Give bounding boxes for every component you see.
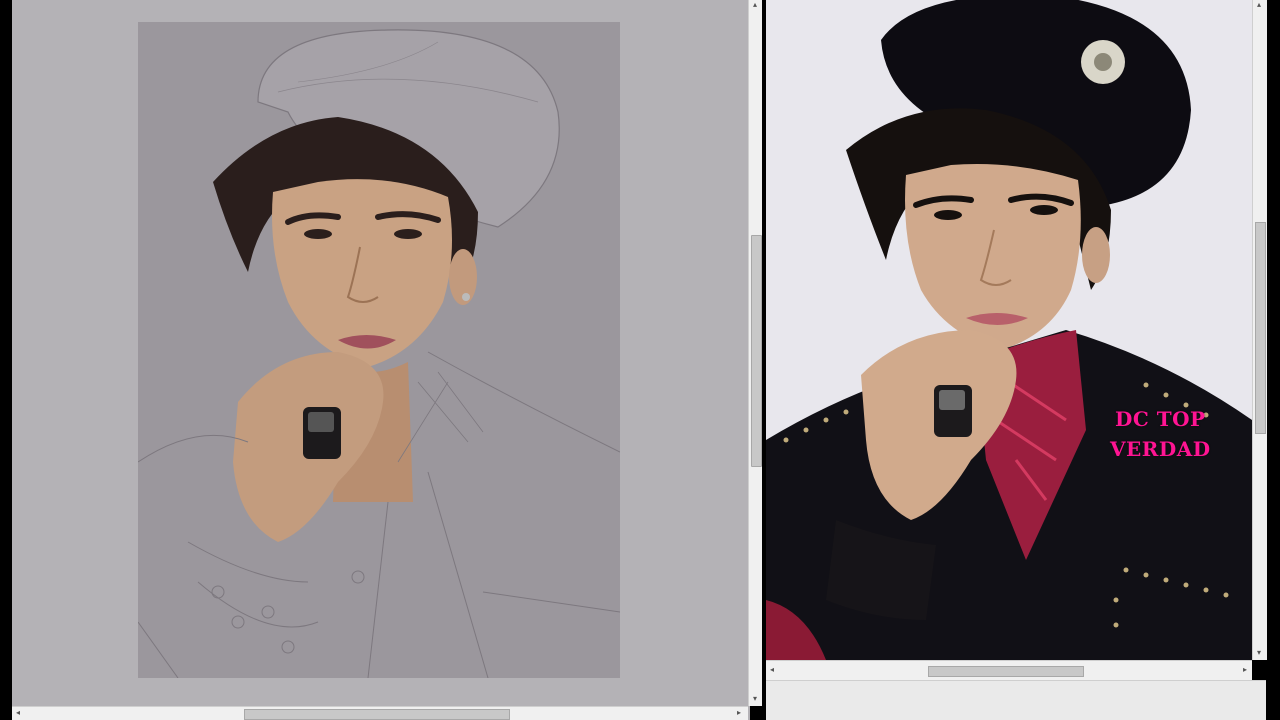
scroll-right-arrow-icon[interactable]: ▸	[1240, 665, 1250, 675]
painting-workspace	[12, 0, 750, 720]
scroll-up-arrow-icon[interactable]: ▴	[1254, 0, 1264, 10]
reference-photo-view[interactable]: DC TOP VERDAD	[766, 0, 1252, 660]
right-status-area	[766, 680, 1266, 720]
scroll-left-arrow-icon[interactable]: ◂	[767, 665, 777, 675]
scroll-down-arrow-icon[interactable]: ▾	[1254, 648, 1264, 658]
right-horizontal-scroll-thumb[interactable]	[928, 666, 1084, 677]
watermark-line-1: DC TOP	[1115, 407, 1206, 431]
left-vertical-scrollbar[interactable]: ▴ ▾	[748, 0, 762, 706]
scroll-right-arrow-icon[interactable]: ▸	[734, 708, 744, 718]
painting-canvas[interactable]	[138, 22, 620, 678]
watermark-line-2: VERDAD	[1110, 437, 1211, 461]
app-screen: ▴ ▾ ◂ ▸ DC TOP VERDAD ▴ ▾ ◂ ▸	[0, 0, 1280, 720]
scroll-down-arrow-icon[interactable]: ▾	[750, 694, 760, 704]
right-vertical-scrollbar[interactable]: ▴ ▾	[1252, 0, 1267, 660]
right-horizontal-scrollbar[interactable]: ◂ ▸	[766, 660, 1252, 681]
portrait-sketch	[138, 29, 620, 678]
watermark-text: DC TOP VERDAD	[1110, 404, 1211, 464]
left-vertical-scroll-thumb[interactable]	[751, 235, 762, 467]
scroll-left-arrow-icon[interactable]: ◂	[13, 708, 23, 718]
scroll-up-arrow-icon[interactable]: ▴	[750, 0, 760, 10]
right-vertical-scroll-thumb[interactable]	[1255, 222, 1266, 434]
left-horizontal-scroll-thumb[interactable]	[244, 709, 510, 720]
left-horizontal-scrollbar[interactable]: ◂ ▸	[12, 706, 748, 720]
reference-photo	[766, 0, 1252, 660]
